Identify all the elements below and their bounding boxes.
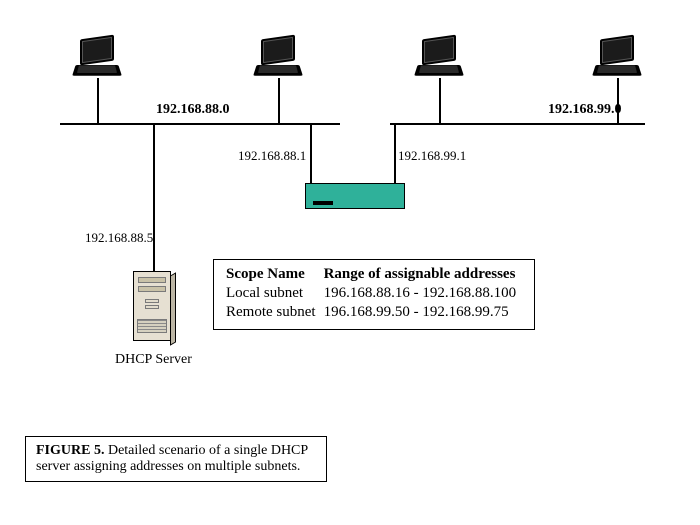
router-link-right <box>394 125 396 183</box>
bus-line-right <box>390 123 645 125</box>
drop-line <box>97 78 99 123</box>
scope-header-range: Range of assignable addresses <box>324 266 523 283</box>
figure-label: FIGURE 5. <box>36 443 104 458</box>
server-tower-icon <box>133 271 177 345</box>
drop-line <box>439 78 441 123</box>
scope-header-name: Scope Name <box>226 266 322 283</box>
scope-range-cell: 196.168.88.16 - 192.168.88.100 <box>324 285 523 302</box>
scope-name-cell: Remote subnet <box>226 304 322 321</box>
diagram-canvas: 192.168.88.0 192.168.99.0 192.168.88.1 1… <box>0 0 700 525</box>
router-icon <box>305 183 405 213</box>
drop-line <box>617 78 619 123</box>
laptop-icon <box>412 37 466 83</box>
router-link-left <box>310 125 312 183</box>
subnet-right-label: 192.168.99.0 <box>548 102 622 118</box>
bus-line-left <box>60 123 340 125</box>
server-link <box>153 125 155 271</box>
laptop-icon <box>251 37 305 83</box>
scope-table: Scope Name Range of assignable addresses… <box>213 259 535 330</box>
scope-name-cell: Local subnet <box>226 285 322 302</box>
figure-caption-box: FIGURE 5. Detailed scenario of a single … <box>25 436 327 482</box>
router-left-ip-label: 192.168.88.1 <box>238 148 306 164</box>
server-caption: DHCP Server <box>115 352 192 368</box>
table-row: Remote subnet 196.168.99.50 - 192.168.99… <box>226 304 522 321</box>
laptop-icon <box>590 37 644 83</box>
laptop-icon <box>70 37 124 83</box>
subnet-left-label: 192.168.88.0 <box>156 102 230 118</box>
router-right-ip-label: 192.168.99.1 <box>398 148 466 164</box>
drop-line <box>278 78 280 123</box>
table-row: Local subnet 196.168.88.16 - 192.168.88.… <box>226 285 522 302</box>
scope-range-cell: 196.168.99.50 - 192.168.99.75 <box>324 304 523 321</box>
server-ip-label: 192.168.88.5 <box>85 230 153 246</box>
